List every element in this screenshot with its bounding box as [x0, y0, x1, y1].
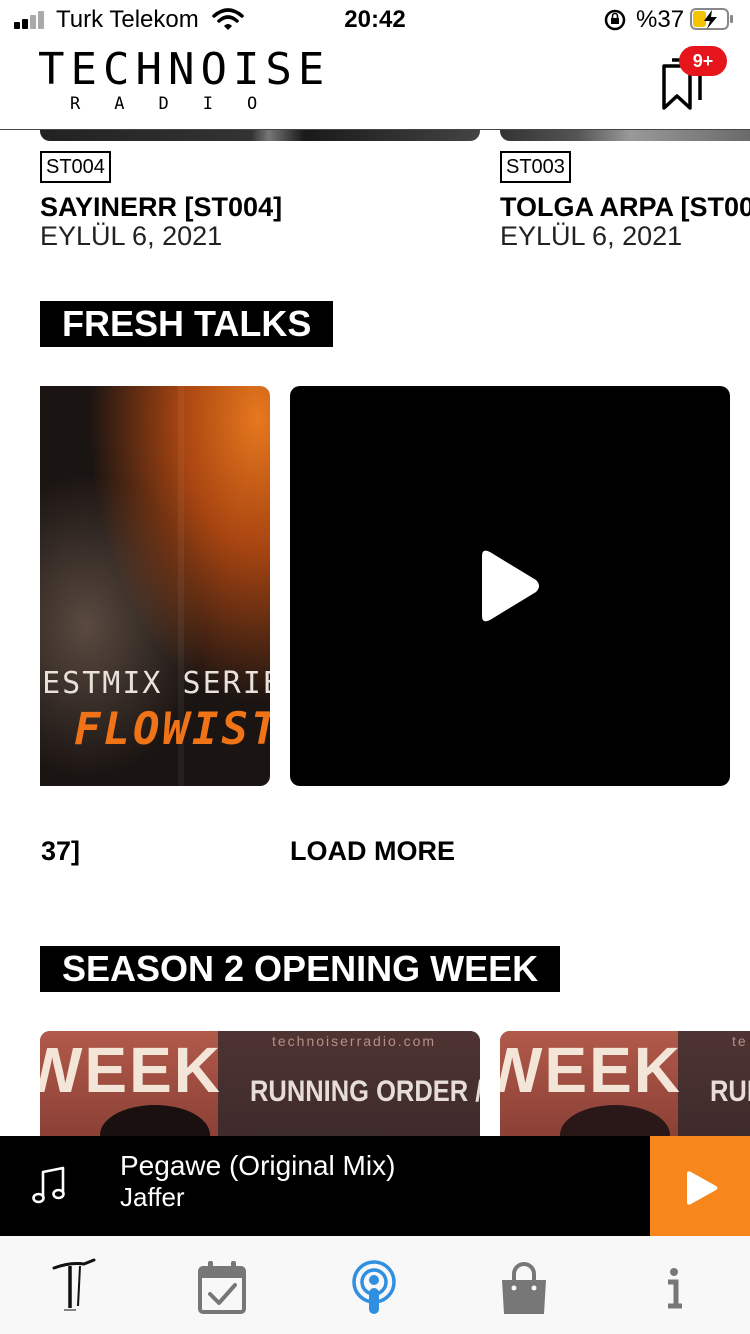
- play-button[interactable]: [650, 1136, 750, 1236]
- app-header: TECHNOISE RADIO 9+: [0, 42, 750, 130]
- episode-card-image[interactable]: WEEK technoiserradio.com RUNNING ORDER /…: [40, 1031, 480, 1141]
- status-bar: Turk Telekom 20:42 %37: [0, 0, 750, 42]
- now-playing-bar[interactable]: Pegawe (Original Mix) Jaffer: [0, 1136, 750, 1236]
- release-date: EYLÜL 6, 2021: [500, 221, 683, 251]
- info-icon: [668, 1268, 682, 1309]
- episode-card-image[interactable]: GUESTMIX SERIES FLOWIST: [40, 386, 270, 786]
- podcast-icon: [352, 1260, 396, 1314]
- music-note-icon: [32, 1166, 65, 1204]
- bookmark-count-badge: 9+: [679, 46, 727, 76]
- card-artist-text: FLOWIST: [74, 704, 270, 755]
- card-running-order-text: RUNNING ORDER / DAY: [250, 1075, 480, 1108]
- card-big-text: WEEK: [500, 1034, 682, 1106]
- card-running-order-text: RUN: [710, 1075, 750, 1108]
- logo-subtitle: RADIO: [70, 94, 292, 114]
- release-title[interactable]: TOLGA ARPA [ST003]: [500, 192, 750, 223]
- load-more-button[interactable]: LOAD MORE: [290, 836, 455, 867]
- episode-caption[interactable]: [ST037]: [40, 836, 80, 867]
- rotation-lock-icon: [604, 9, 626, 31]
- release-code-tag: ST003: [500, 151, 571, 183]
- release-code-tag: ST004: [40, 151, 111, 183]
- video-player[interactable]: [290, 386, 730, 786]
- tab-shop[interactable]: [494, 1258, 554, 1318]
- track-title: Pegawe (Original Mix): [120, 1150, 396, 1181]
- calendar-check-icon: [198, 1261, 246, 1314]
- release-title[interactable]: SAYINERR [ST004]: [40, 192, 282, 223]
- card-url-text: technoiserradio.com: [272, 1033, 437, 1049]
- card-url-text: te: [732, 1033, 748, 1049]
- card-big-text: WEEK: [40, 1034, 222, 1106]
- tab-home[interactable]: [44, 1258, 104, 1318]
- battery-percent: %37: [636, 6, 685, 33]
- card-image[interactable]: [40, 130, 480, 141]
- technoise-logo-icon: [52, 1258, 96, 1311]
- tab-bar: [0, 1236, 750, 1334]
- play-icon: [687, 1171, 718, 1205]
- track-artist: Jaffer: [120, 1182, 185, 1212]
- episode-card-image[interactable]: WEEK te RUN: [500, 1031, 750, 1141]
- card-series-text: GUESTMIX SERIES: [40, 666, 270, 701]
- play-icon[interactable]: [476, 548, 542, 624]
- card-image[interactable]: [500, 130, 750, 141]
- section-title-fresh-talks: FRESH TALKS: [40, 301, 334, 347]
- battery-charging-icon: [690, 8, 733, 30]
- section-title-season-2: SEASON 2 OPENING WEEK: [40, 946, 561, 992]
- logo-wordmark[interactable]: TECHNOISE: [38, 46, 330, 94]
- tab-info[interactable]: [644, 1258, 704, 1318]
- tab-schedule[interactable]: [192, 1258, 252, 1318]
- release-date: EYLÜL 6, 2021: [40, 221, 223, 251]
- tab-podcasts[interactable]: [344, 1258, 404, 1318]
- shopping-bag-icon: [502, 1262, 546, 1314]
